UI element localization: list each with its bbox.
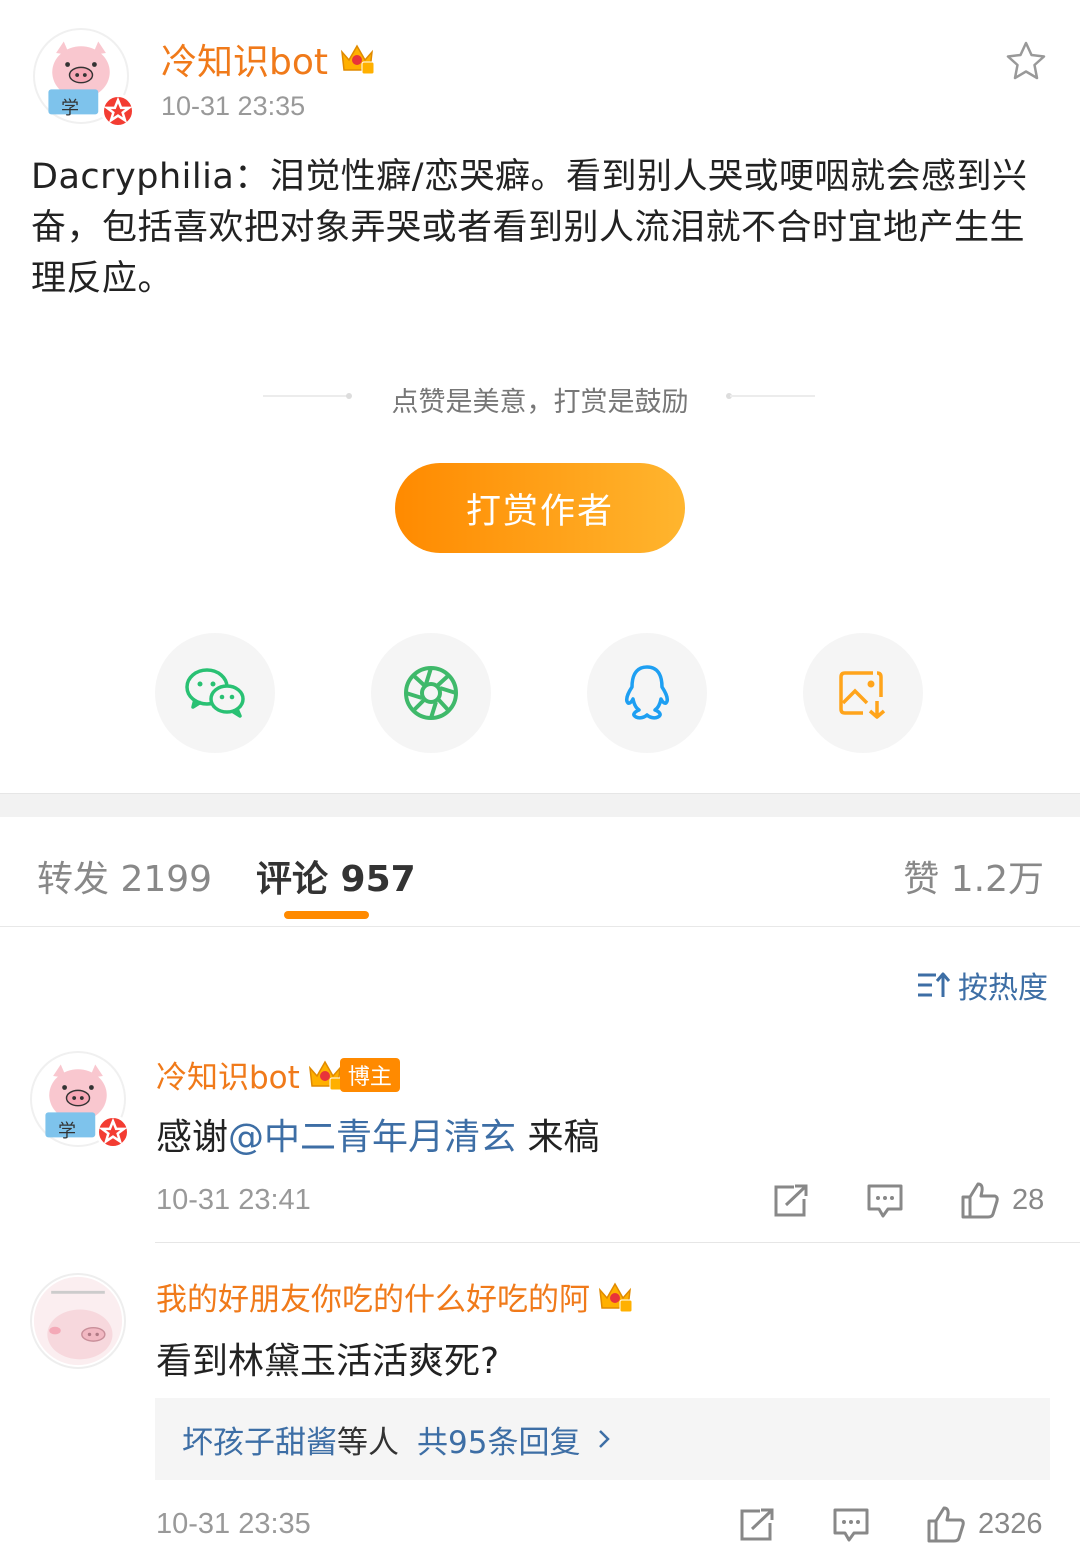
vip-crown-icon bbox=[598, 1281, 633, 1312]
sort-label: 按热度 bbox=[958, 971, 1048, 1006]
comment-bubble-icon bbox=[833, 1508, 869, 1542]
author-host-badge: 博主 bbox=[339, 1057, 400, 1092]
like-comment-button[interactable]: 28 bbox=[960, 1181, 1044, 1219]
blurred-pig-avatar-icon bbox=[33, 1276, 123, 1366]
avatar-book-text: 学 bbox=[61, 98, 79, 119]
reply-mid-text: 等人 bbox=[337, 1424, 399, 1461]
comment-bubble-icon bbox=[867, 1184, 903, 1218]
tab-comments[interactable]: 评论 957 bbox=[256, 850, 416, 902]
comment-text-prefix: 感谢 bbox=[156, 1117, 229, 1158]
chevron-right-icon bbox=[599, 1430, 611, 1448]
reply-comment-button[interactable] bbox=[866, 1183, 904, 1219]
divider-right bbox=[730, 395, 815, 397]
favorite-star-icon[interactable] bbox=[1005, 40, 1047, 86]
comment-time: 10-31 23:35 bbox=[156, 1508, 311, 1540]
reward-caption: 点赞是美意，打赏是鼓励 bbox=[391, 387, 689, 418]
save-image-button[interactable] bbox=[803, 633, 923, 753]
share-arrow-icon bbox=[774, 1184, 808, 1217]
comment-author-row[interactable]: 我的好朋友你吃的什么好吃的阿 bbox=[156, 1274, 634, 1319]
comment-avatar[interactable]: 学 bbox=[30, 1051, 130, 1149]
comment-author-name[interactable]: 冷知识bot bbox=[156, 1052, 300, 1097]
tab-repost[interactable]: 转发 2199 bbox=[37, 850, 212, 902]
repost-comment-button[interactable] bbox=[772, 1183, 810, 1219]
active-tab-indicator bbox=[284, 911, 369, 919]
moments-icon bbox=[404, 666, 458, 720]
comment-separator bbox=[155, 1242, 1080, 1243]
verified-badge-icon bbox=[96, 1115, 130, 1149]
section-gap bbox=[0, 793, 1080, 817]
thumbs-up-icon bbox=[961, 1182, 999, 1219]
avatar-book-text: 学 bbox=[58, 1121, 76, 1142]
author-avatar[interactable]: 学 bbox=[33, 28, 135, 128]
comment-author-name[interactable]: 我的好朋友你吃的什么好吃的阿 bbox=[156, 1274, 590, 1319]
verified-badge-icon bbox=[101, 94, 135, 128]
author-name[interactable]: 冷知识bot bbox=[161, 33, 328, 85]
interaction-tabs: 转发 2199 评论 957 赞 1.2万 bbox=[0, 817, 1080, 927]
share-qq-button[interactable] bbox=[587, 633, 707, 753]
like-comment-button[interactable]: 2326 bbox=[926, 1505, 1043, 1543]
share-arrow-icon bbox=[740, 1508, 774, 1541]
mention-link[interactable]: @中二青年月清玄 bbox=[228, 1117, 516, 1158]
sort-icon bbox=[918, 972, 951, 997]
comment-text: 看到林黛玉活活爽死? bbox=[156, 1341, 500, 1382]
wechat-icon bbox=[185, 668, 245, 718]
reply-count-link[interactable]: 共95条回复 bbox=[417, 1417, 580, 1462]
tab-likes[interactable]: 赞 1.2万 bbox=[903, 850, 1044, 902]
share-moments-button[interactable] bbox=[371, 633, 491, 753]
comment-avatar[interactable] bbox=[30, 1273, 126, 1369]
thumbs-up-icon bbox=[927, 1506, 965, 1543]
vip-crown-icon bbox=[340, 44, 375, 75]
reply-user-link[interactable]: 坏孩子甜酱 bbox=[182, 1417, 337, 1462]
qq-icon bbox=[625, 665, 669, 720]
like-count: 28 bbox=[1012, 1183, 1045, 1216]
reward-author-button[interactable]: 打赏作者 bbox=[395, 463, 685, 553]
replies-preview[interactable]: 坏孩子甜酱 等人 共95条回复 bbox=[155, 1398, 1050, 1480]
vip-crown-icon bbox=[308, 1059, 343, 1090]
reply-comment-button[interactable] bbox=[832, 1507, 870, 1543]
repost-comment-button[interactable] bbox=[738, 1507, 776, 1543]
post-time: 10-31 23:35 bbox=[161, 91, 306, 121]
comment-text-suffix: 来稿 bbox=[516, 1117, 600, 1158]
author-name-row[interactable]: 冷知识bot bbox=[161, 33, 376, 85]
share-wechat-button[interactable] bbox=[155, 633, 275, 753]
save-image-icon bbox=[839, 671, 886, 719]
sort-by-hot-button[interactable]: 按热度 bbox=[916, 963, 1048, 1007]
comment-text: 感谢@中二青年月清玄 来稿 bbox=[156, 1108, 599, 1160]
comment-time: 10-31 23:41 bbox=[156, 1184, 311, 1216]
post-body-text: Dacryphilia：泪觉性癖/恋哭癖。看到别人哭或哽咽就会感到兴奋，包括喜欢… bbox=[31, 157, 1028, 299]
comment-author-row[interactable]: 冷知识bot 博主 bbox=[156, 1052, 400, 1097]
like-count: 2326 bbox=[978, 1507, 1043, 1540]
